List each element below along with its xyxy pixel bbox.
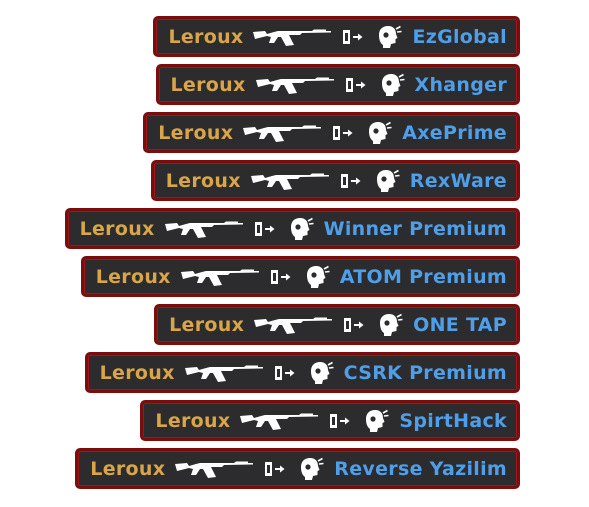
penetrate-icon — [344, 317, 364, 332]
victim-name: Winner Premium — [323, 217, 507, 240]
kill-feed-entry: Leroux Xhanger — [155, 64, 520, 105]
kill-feed-entry: Leroux AxePrime — [143, 112, 520, 153]
attacker-name: Leroux — [158, 121, 234, 144]
penetrate-icon — [265, 461, 285, 476]
ak47-icon — [164, 221, 243, 238]
penetrate-icon — [345, 77, 366, 92]
victim-name: Reverse Yazilim — [334, 457, 507, 480]
kill-feed-entry: Leroux RexWare — [150, 160, 520, 201]
attacker-name: Leroux — [95, 265, 171, 288]
victim-name: RexWare — [409, 169, 507, 192]
attacker-name: Leroux — [168, 25, 244, 48]
kill-feed-entry: Leroux ONE TAP — [154, 304, 520, 345]
attacker-name: Leroux — [99, 361, 175, 384]
attacker-name: Leroux — [90, 457, 166, 480]
ak47-icon — [255, 77, 334, 94]
victim-name: CSRK Premium — [343, 361, 507, 384]
attacker-name: Leroux — [155, 409, 231, 432]
kill-feed-entry: Leroux EzGlobal — [153, 16, 520, 57]
penetrate-icon — [340, 173, 361, 188]
ak47-icon — [243, 125, 322, 142]
headshot-icon — [306, 265, 330, 288]
victim-name: SpirtHack — [399, 409, 507, 432]
ak47-icon — [240, 413, 319, 430]
kill-feed-entry: Leroux Reverse Yazilim — [75, 448, 520, 489]
victim-name: ATOM Premium — [339, 265, 507, 288]
headshot-icon — [301, 457, 324, 480]
kill-feed-entry: Leroux SpirtHack — [140, 400, 520, 441]
ak47-icon — [254, 317, 333, 334]
headshot-icon — [380, 313, 403, 336]
attacker-name: Leroux — [169, 313, 245, 336]
kill-feed-entry: Leroux CSRK Premium — [84, 352, 520, 393]
ak47-icon — [184, 365, 263, 382]
victim-name: ONE TAP — [413, 313, 507, 336]
penetrate-icon — [343, 29, 363, 44]
headshot-icon — [366, 409, 390, 432]
headshot-icon — [379, 25, 403, 48]
ak47-icon — [253, 29, 332, 46]
penetrate-icon — [330, 413, 350, 428]
kill-feed: Leroux EzGlobal Leroux Xhanger Leroux Ax… — [0, 0, 589, 507]
headshot-icon — [310, 361, 334, 384]
headshot-icon — [376, 169, 400, 192]
ak47-icon — [180, 269, 259, 286]
kill-feed-entry: Leroux ATOM Premium — [80, 256, 520, 297]
attacker-name: Leroux — [165, 169, 241, 192]
victim-name: AxePrime — [402, 121, 507, 144]
headshot-icon — [290, 217, 314, 240]
victim-name: Xhanger — [414, 73, 507, 96]
penetrate-icon — [270, 269, 291, 284]
victim-name: EzGlobal — [412, 25, 507, 48]
attacker-name: Leroux — [79, 217, 155, 240]
kill-feed-entry: Leroux Winner Premium — [64, 208, 520, 249]
penetrate-icon — [274, 365, 295, 380]
ak47-icon — [175, 461, 254, 478]
penetrate-icon — [254, 221, 275, 236]
ak47-icon — [250, 173, 329, 190]
headshot-icon — [381, 73, 405, 96]
headshot-icon — [369, 121, 392, 144]
attacker-name: Leroux — [170, 73, 246, 96]
penetrate-icon — [333, 125, 353, 140]
